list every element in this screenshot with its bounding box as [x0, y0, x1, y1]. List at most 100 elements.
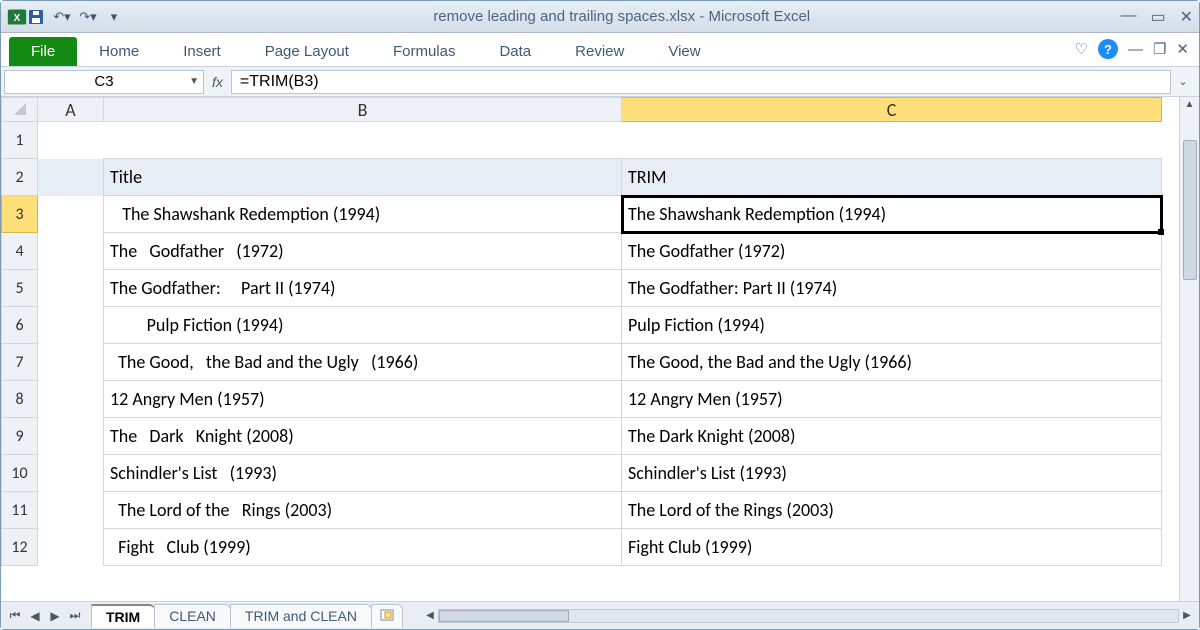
cell-B9[interactable]: The Dark Knight (2008)	[104, 418, 622, 455]
cell-C2[interactable]: TRIM	[622, 159, 1162, 196]
row-header-4[interactable]: 4	[2, 233, 38, 270]
column-header-C[interactable]: C	[622, 98, 1162, 122]
ribbon-tab-data[interactable]: Data	[477, 37, 553, 66]
undo-icon[interactable]: ↶▾	[53, 8, 71, 26]
cell-A5[interactable]	[38, 270, 104, 307]
scroll-up-icon[interactable]: ▲	[1185, 99, 1195, 110]
cell-C10[interactable]: Schindler's List (1993)	[622, 455, 1162, 492]
select-all-corner[interactable]	[2, 98, 38, 122]
name-box[interactable]: C3 ▼	[4, 70, 204, 94]
cell-B5[interactable]: The Godfather: Part II (1974)	[104, 270, 622, 307]
cell-C12[interactable]: Fight Club (1999)	[622, 529, 1162, 566]
cell-B11[interactable]: The Lord of the Rings (2003)	[104, 492, 622, 529]
fx-icon[interactable]: fx	[212, 74, 223, 90]
cell-B8[interactable]: 12 Angry Men (1957)	[104, 381, 622, 418]
row-header-6[interactable]: 6	[2, 307, 38, 344]
save-icon[interactable]	[27, 8, 45, 26]
help-icon[interactable]: ?	[1098, 39, 1118, 59]
cell-A6[interactable]	[38, 307, 104, 344]
sheet-tab-trim-and-clean[interactable]: TRIM and CLEAN	[230, 604, 372, 628]
cell-A9[interactable]	[38, 418, 104, 455]
redo-icon[interactable]: ↷▾	[79, 8, 97, 26]
ribbon-tab-insert[interactable]: Insert	[161, 37, 243, 66]
cell-A10[interactable]	[38, 455, 104, 492]
workbook-minimize-icon[interactable]: ―	[1128, 41, 1143, 58]
name-box-value: C3	[94, 73, 113, 90]
row-header-5[interactable]: 5	[2, 270, 38, 307]
cell-C4[interactable]: The Godfather (1972)	[622, 233, 1162, 270]
cell-C9[interactable]: The Dark Knight (2008)	[622, 418, 1162, 455]
ribbon-tab-view[interactable]: View	[646, 37, 722, 66]
ribbon-minimize-icon[interactable]: ♡	[1075, 40, 1088, 58]
ribbon-tab-page-layout[interactable]: Page Layout	[243, 37, 371, 66]
cell-C11[interactable]: The Lord of the Rings (2003)	[622, 492, 1162, 529]
cell-B12[interactable]: Fight Club (1999)	[104, 529, 622, 566]
name-box-dropdown-icon[interactable]: ▼	[189, 76, 199, 87]
scroll-right-icon[interactable]: ▶	[1179, 610, 1195, 621]
svg-text:X: X	[14, 13, 21, 24]
ribbon-tab-home[interactable]: Home	[77, 37, 161, 66]
cell-A4[interactable]	[38, 233, 104, 270]
formula-bar-expand-icon[interactable]: ⌄	[1173, 75, 1193, 88]
formula-input[interactable]: =TRIM(B3)	[231, 70, 1171, 94]
minimize-button[interactable]: ―	[1120, 7, 1136, 27]
cell-B7[interactable]: The Good, the Bad and the Ugly (1966)	[104, 344, 622, 381]
worksheet-grid[interactable]: A B C 12 TitleTRIM 3 The Shawshank Redempt…	[1, 97, 1179, 601]
cell-A12[interactable]	[38, 529, 104, 566]
column-header-B[interactable]: B	[104, 98, 622, 122]
cell-C5[interactable]: The Godfather: Part II (1974)	[622, 270, 1162, 307]
row-header-1[interactable]: 1	[2, 122, 38, 159]
cell-C1[interactable]	[622, 122, 1162, 159]
row-header-9[interactable]: 9	[2, 418, 38, 455]
cell-A7[interactable]	[38, 344, 104, 381]
row-header-2[interactable]: 2	[2, 159, 38, 196]
cell-A2[interactable]	[38, 159, 104, 196]
row-header-10[interactable]: 10	[2, 455, 38, 492]
row-header-7[interactable]: 7	[2, 344, 38, 381]
tab-nav-first-icon[interactable]: ⏮	[5, 608, 25, 623]
workbook-restore-icon[interactable]: ❐	[1153, 40, 1166, 58]
ribbon-tab-review[interactable]: Review	[553, 37, 646, 66]
cell-C7[interactable]: The Good, the Bad and the Ugly (1966)	[622, 344, 1162, 381]
column-header-A[interactable]: A	[38, 98, 104, 122]
ribbon-tab-formulas[interactable]: Formulas	[371, 37, 478, 66]
row-header-8[interactable]: 8	[2, 381, 38, 418]
cell-B2[interactable]: Title	[104, 159, 622, 196]
sheet-tab-clean[interactable]: CLEAN	[154, 604, 231, 628]
workbook-close-icon[interactable]: ✕	[1176, 40, 1189, 58]
maximize-button[interactable]: ▭	[1150, 7, 1165, 27]
scroll-thumb[interactable]	[1183, 140, 1197, 280]
cell-B10[interactable]: Schindler's List (1993)	[104, 455, 622, 492]
cell-B6[interactable]: Pulp Fiction (1994)	[104, 307, 622, 344]
cell-B4[interactable]: The Godfather (1972)	[104, 233, 622, 270]
ribbon-tab-file[interactable]: File	[9, 37, 77, 66]
cell-C6[interactable]: Pulp Fiction (1994)	[622, 307, 1162, 344]
row-header-11[interactable]: 11	[2, 492, 38, 529]
tab-nav-next-icon[interactable]: ▶	[45, 609, 65, 623]
cell-C3[interactable]: The Shawshank Redemption (1994)	[622, 196, 1162, 233]
title-bar: X ↶▾ ↷▾ ▾ remove leading and trailing sp…	[1, 1, 1199, 33]
sheet-tab-trim[interactable]: TRIM	[91, 604, 155, 628]
cell-C8[interactable]: 12 Angry Men (1957)	[622, 381, 1162, 418]
cell-B3[interactable]: The Shawshank Redemption (1994)	[104, 196, 622, 233]
cell-B1[interactable]	[104, 122, 622, 159]
window-controls: ― ▭ ✕	[1120, 7, 1193, 27]
row-header-12[interactable]: 12	[2, 529, 38, 566]
close-button[interactable]: ✕	[1180, 7, 1193, 27]
vertical-scrollbar[interactable]: ▲	[1179, 97, 1199, 601]
cell-A8[interactable]	[38, 381, 104, 418]
quick-access-toolbar: ↶▾ ↷▾ ▾	[27, 8, 123, 26]
scroll-left-icon[interactable]: ◀	[422, 610, 438, 621]
tab-nav-prev-icon[interactable]: ◀	[25, 609, 45, 623]
horizontal-scrollbar[interactable]: ◀ ▶	[422, 608, 1195, 624]
qat-customize-icon[interactable]: ▾	[105, 8, 123, 26]
cell-A1[interactable]	[38, 122, 104, 159]
row-header-3[interactable]: 3	[2, 196, 38, 233]
tab-nav-last-icon[interactable]: ⏭	[65, 608, 85, 623]
cell-A11[interactable]	[38, 492, 104, 529]
hscroll-thumb[interactable]	[439, 610, 569, 622]
new-sheet-button[interactable]	[371, 604, 403, 628]
excel-icon: X	[7, 7, 27, 27]
cell-A3[interactable]	[38, 196, 104, 233]
window-title: remove leading and trailing spaces.xlsx …	[123, 8, 1120, 25]
